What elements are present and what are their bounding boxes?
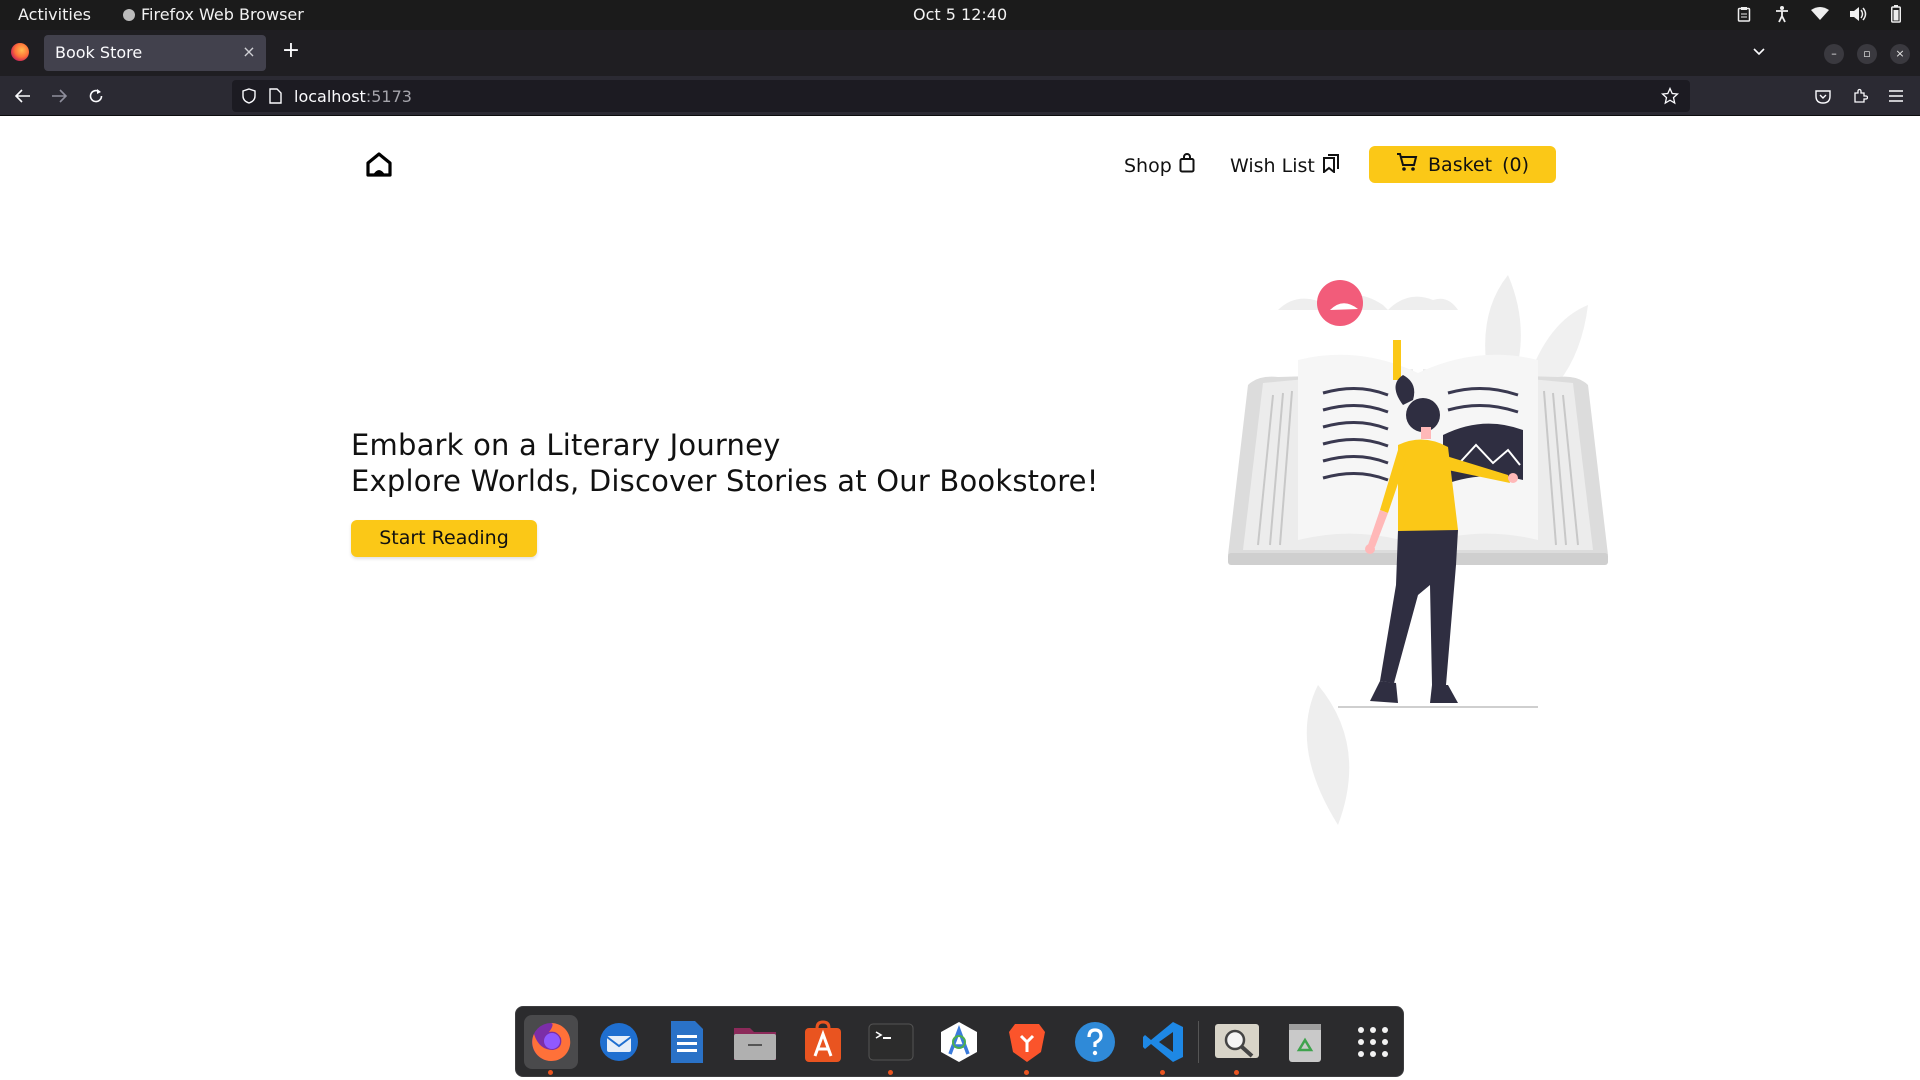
brave-icon	[1009, 1024, 1045, 1062]
browser-tab-strip: Book Store × + – ▫ ×	[0, 30, 1920, 76]
forward-arrow-icon[interactable]	[47, 84, 71, 108]
firefox-small-icon	[123, 8, 135, 21]
cart-icon	[1396, 152, 1418, 177]
home-logo-icon[interactable]	[365, 151, 393, 177]
basket-label: Basket	[1428, 153, 1493, 176]
running-indicator	[888, 1070, 893, 1075]
firefox-view-icon[interactable]	[11, 43, 29, 61]
activities-button[interactable]: Activities	[18, 5, 91, 24]
url-text[interactable]: localhost:5173	[294, 87, 412, 106]
url-bar[interactable]: localhost:5173	[232, 80, 1690, 112]
web-page: Shop Wish List Basket (0) Embark on a Li…	[0, 117, 1920, 1080]
system-top-bar: Activities Firefox Web Browser Oct 5 12:…	[0, 0, 1920, 30]
image-viewer-icon	[1215, 1024, 1259, 1058]
start-reading-button[interactable]: Start Reading	[351, 520, 537, 557]
dock-vscode[interactable]	[1136, 1015, 1190, 1075]
bookmark-star-icon[interactable]	[1661, 87, 1679, 105]
files-icon	[734, 1028, 776, 1060]
hero-title-line-1: Embark on a Literary Journey	[351, 428, 781, 462]
help-icon	[1075, 1022, 1115, 1062]
app-menu[interactable]: Firefox Web Browser	[123, 5, 304, 24]
app-menu-label: Firefox Web Browser	[141, 5, 304, 24]
new-tab-button[interactable]: +	[280, 40, 302, 62]
extensions-icon[interactable]	[1848, 84, 1872, 108]
reading-woman-illustration	[1228, 275, 1608, 825]
pocket-icon[interactable]	[1811, 84, 1835, 108]
close-window-button[interactable]: ×	[1890, 44, 1910, 64]
dock-app-center[interactable]	[796, 1015, 850, 1069]
basket-count: (0)	[1502, 153, 1529, 176]
dock-thunderbird[interactable]	[592, 1015, 646, 1069]
show-apps-icon	[1358, 1027, 1388, 1057]
dock-files[interactable]	[728, 1015, 782, 1069]
dock-writer[interactable]	[660, 1015, 714, 1069]
dock-brave[interactable]	[1000, 1015, 1054, 1075]
running-indicator	[1160, 1070, 1165, 1075]
battery-icon[interactable]	[1886, 4, 1906, 24]
nav-wishlist-label: Wish List	[1230, 154, 1315, 177]
chevron-down-icon[interactable]	[1749, 42, 1769, 62]
url-host: localhost	[294, 87, 366, 106]
browser-nav-bar: localhost:5173	[0, 76, 1920, 116]
dock-firefox[interactable]	[524, 1015, 578, 1075]
hero-headline: Embark on a Literary Journey Explore Wor…	[351, 427, 1151, 499]
thunderbird-icon	[600, 1023, 638, 1061]
libreoffice-writer-icon	[671, 1021, 703, 1063]
app-center-icon	[805, 1020, 841, 1062]
nav-shop-label: Shop	[1124, 154, 1172, 177]
dock-terminal[interactable]	[864, 1015, 918, 1075]
trash-icon	[1289, 1024, 1321, 1062]
dock-image-viewer[interactable]	[1210, 1015, 1264, 1075]
dock-help[interactable]	[1068, 1015, 1122, 1069]
nav-wishlist-link[interactable]: Wish List	[1230, 153, 1340, 178]
volume-icon[interactable]	[1848, 4, 1868, 24]
running-indicator	[548, 1070, 553, 1075]
bookmarks-icon	[1322, 153, 1340, 178]
hero-title-line-2: Explore Worlds, Discover Stories at Our …	[351, 464, 1099, 498]
vscode-icon	[1143, 1022, 1183, 1062]
reload-icon[interactable]	[84, 84, 108, 108]
dock-separator	[1198, 1021, 1199, 1063]
page-info-icon[interactable]	[266, 87, 284, 105]
nav-shop-link[interactable]: Shop	[1124, 153, 1195, 178]
running-indicator	[1024, 1070, 1029, 1075]
shopping-bag-icon	[1179, 153, 1195, 178]
tab-book-store[interactable]: Book Store ×	[44, 35, 266, 71]
dock-android-studio[interactable]	[932, 1015, 986, 1069]
tab-close-icon[interactable]: ×	[240, 43, 258, 61]
tracking-protection-shield-icon[interactable]	[240, 87, 258, 105]
terminal-icon	[868, 1023, 914, 1061]
dock-trash[interactable]	[1278, 1015, 1332, 1069]
clock[interactable]: Oct 5 12:40	[913, 5, 1007, 24]
android-studio-icon	[941, 1022, 977, 1062]
clipboard-icon[interactable]	[1734, 4, 1754, 24]
wifi-icon[interactable]	[1810, 4, 1830, 24]
running-indicator	[1234, 1070, 1239, 1075]
restore-button[interactable]: ▫	[1857, 44, 1877, 64]
minimize-button[interactable]: –	[1824, 44, 1844, 64]
firefox-icon	[532, 1022, 571, 1061]
system-tray[interactable]	[1734, 4, 1906, 24]
back-arrow-icon[interactable]	[11, 84, 35, 108]
menu-hamburger-icon[interactable]	[1884, 84, 1908, 108]
dock-show-apps[interactable]	[1346, 1015, 1400, 1069]
tab-title: Book Store	[55, 43, 143, 62]
site-header: Shop Wish List Basket (0)	[351, 131, 1557, 183]
basket-button[interactable]: Basket (0)	[1369, 146, 1556, 183]
dock	[515, 1006, 1404, 1077]
accessibility-icon[interactable]	[1772, 4, 1792, 24]
url-port: :5173	[365, 87, 412, 106]
